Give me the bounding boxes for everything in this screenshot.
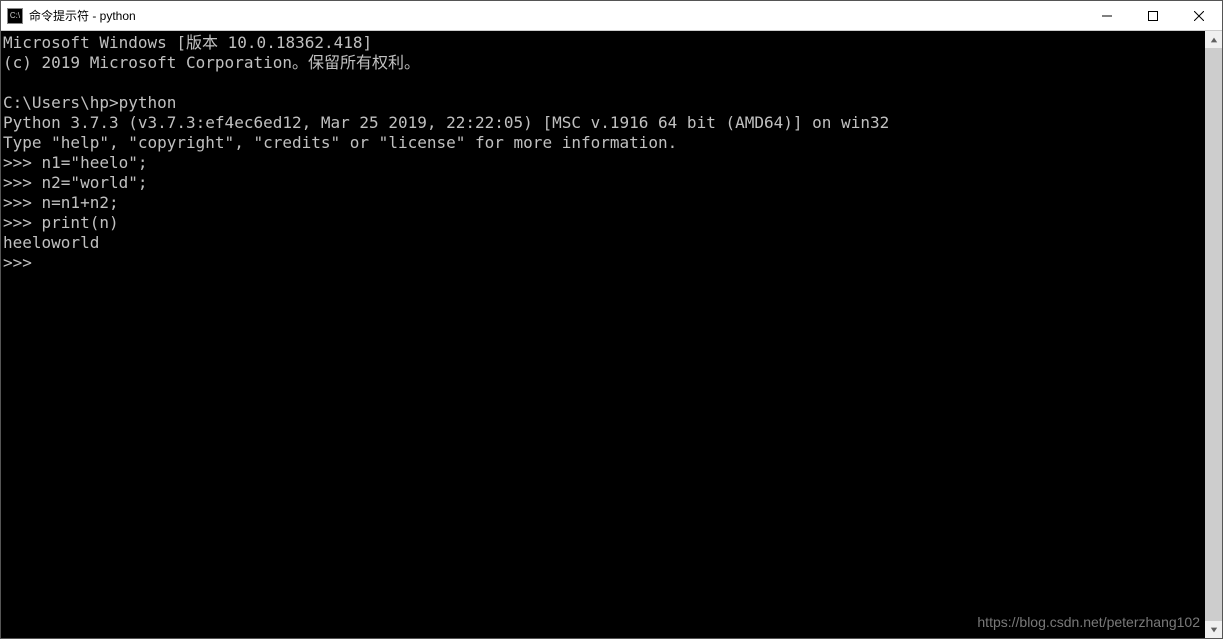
scroll-up-arrow-icon[interactable] — [1205, 31, 1222, 48]
watermark-text: https://blog.csdn.net/peterzhang102 — [977, 614, 1200, 630]
scroll-thumb[interactable] — [1205, 48, 1222, 621]
vertical-scrollbar[interactable] — [1205, 31, 1222, 638]
minimize-button[interactable] — [1084, 1, 1130, 30]
window-frame: C:\ 命令提示符 - python Microsoft Windows [版本… — [0, 0, 1223, 639]
scroll-track[interactable] — [1205, 48, 1222, 621]
terminal-output[interactable]: Microsoft Windows [版本 10.0.18362.418] (c… — [1, 31, 1205, 638]
scroll-down-arrow-icon[interactable] — [1205, 621, 1222, 638]
titlebar[interactable]: C:\ 命令提示符 - python — [1, 1, 1222, 31]
cmd-icon: C:\ — [7, 8, 23, 24]
window-controls — [1084, 1, 1222, 30]
titlebar-left: C:\ 命令提示符 - python — [1, 7, 136, 24]
window-title: 命令提示符 - python — [29, 7, 136, 24]
terminal-body: Microsoft Windows [版本 10.0.18362.418] (c… — [1, 31, 1222, 638]
maximize-button[interactable] — [1130, 1, 1176, 30]
close-button[interactable] — [1176, 1, 1222, 30]
